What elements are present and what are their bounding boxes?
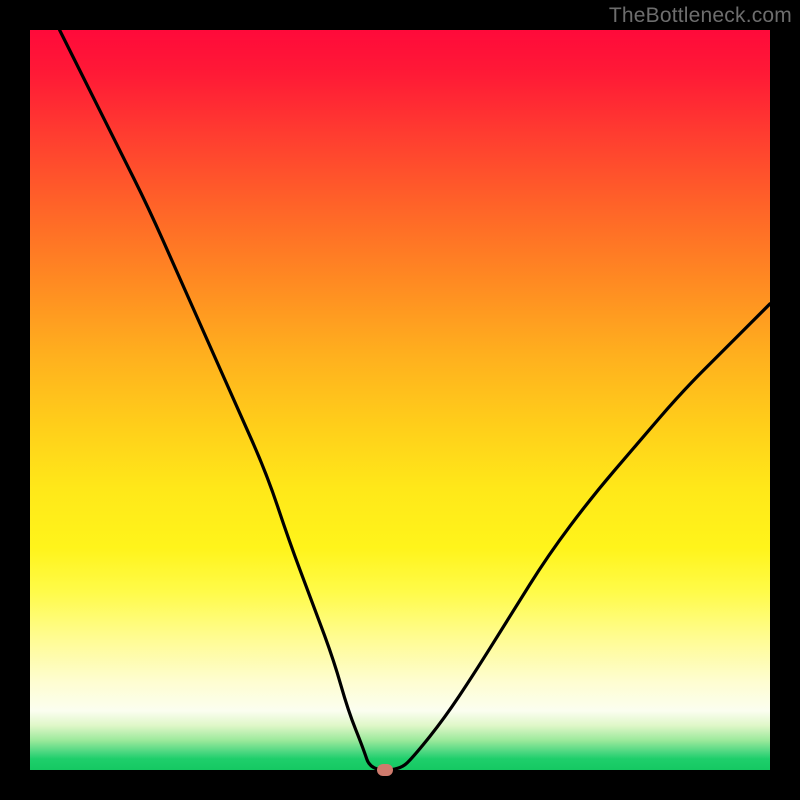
watermark-text: TheBottleneck.com bbox=[609, 4, 792, 28]
chart-stage: TheBottleneck.com bbox=[0, 0, 800, 800]
plot-area bbox=[30, 30, 770, 770]
optimal-point-marker bbox=[377, 764, 393, 776]
curve-svg bbox=[30, 30, 770, 770]
bottleneck-curve bbox=[60, 30, 770, 770]
